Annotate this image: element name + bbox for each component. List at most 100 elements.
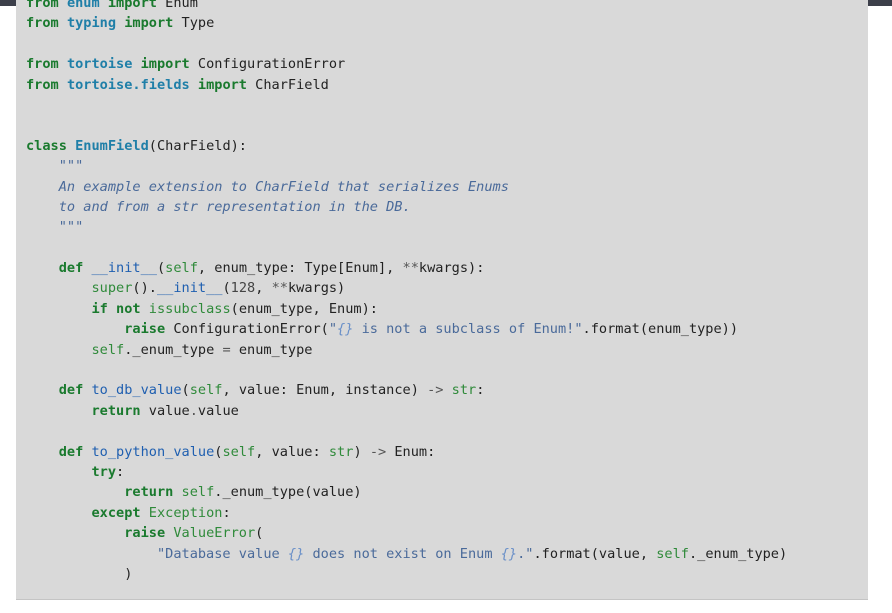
code-line: from tortoise import ConfigurationError: [26, 54, 787, 74]
code-token: EnumField: [75, 137, 149, 154]
code-line: def to_db_value(self, value: Enum, insta…: [26, 380, 787, 400]
code-line: raise ConfigurationError("{} is not a su…: [26, 319, 787, 339]
code-token: 128: [230, 280, 256, 297]
code-token: (: [222, 280, 231, 297]
code-line: to and from a str representation in the …: [26, 197, 787, 217]
code-token: (: [255, 525, 264, 542]
code-token: ": [328, 321, 338, 338]
code-token: return: [91, 402, 141, 419]
code-token: ConfigurationError: [189, 56, 346, 73]
code-token: not: [116, 300, 141, 317]
code-token: tortoise: [66, 56, 133, 73]
code-token: self: [91, 341, 125, 358]
code-line: An example extension to CharField that s…: [26, 177, 787, 197]
code-token: except: [91, 504, 141, 521]
code-token: ().: [132, 280, 157, 297]
code-token: self: [165, 260, 198, 277]
code-token: , enum_type: Type[Enum],: [197, 260, 403, 277]
code-token: , value: Enum, instance): [222, 382, 428, 399]
code-token: def: [58, 443, 84, 460]
code-token: =: [222, 341, 231, 358]
code-token: if: [91, 300, 108, 317]
code-token: raise: [124, 525, 166, 542]
code-block: from enum import Enum from typing import …: [16, 0, 868, 600]
code-line: def __init__(self, enum_type: Type[Enum]…: [26, 258, 787, 278]
code-token: :: [476, 382, 485, 399]
code-token: Type: [173, 15, 215, 32]
code-token: .: [189, 402, 198, 419]
code-token: ->: [427, 382, 444, 399]
code-token: {}: [337, 321, 354, 338]
python-source-code: from enum import Enum from typing import …: [26, 0, 787, 584]
code-token: ._enum_type: [124, 341, 223, 358]
code-line: if not issubclass(enum_type, Enum):: [26, 299, 787, 319]
code-token: ._enum_type(value): [214, 484, 362, 501]
code-token: (CharField):: [148, 137, 247, 154]
code-token: __init__: [156, 280, 223, 297]
code-token: **: [271, 280, 288, 297]
code-token: raise: [124, 321, 166, 338]
code-token: from: [26, 0, 59, 11]
code-token: kwargs): [287, 280, 346, 297]
code-line: from enum import Enum: [26, 0, 787, 13]
code-token: ValueError: [173, 525, 256, 542]
code-token: def: [58, 382, 84, 399]
code-token: from: [26, 15, 59, 32]
code-token: self: [222, 443, 256, 460]
code-token: ,: [255, 280, 272, 297]
code-token: {}: [287, 545, 305, 562]
code-line: except Exception:: [26, 503, 787, 523]
code-line: class EnumField(CharField):: [26, 136, 787, 156]
code-line: """: [26, 156, 787, 176]
code-token: (: [156, 260, 166, 277]
code-token: ->: [369, 443, 387, 460]
code-token: """: [58, 219, 84, 236]
code-token: self: [181, 484, 215, 501]
code-token: .format(value,: [533, 545, 657, 562]
code-token: self: [656, 545, 689, 562]
code-token: enum_type: [230, 341, 313, 358]
code-token: Enum: [156, 0, 198, 11]
code-line: return value.value: [26, 401, 787, 421]
code-token: def: [58, 260, 84, 277]
code-token: import: [140, 56, 190, 73]
code-line: return self._enum_type(value): [26, 482, 787, 502]
code-token: An example extension to CharField that s…: [58, 178, 509, 195]
code-token: Exception: [148, 504, 223, 521]
code-token: enum: [66, 0, 100, 11]
code-token: Enum:: [386, 443, 436, 460]
code-token: try: [91, 463, 117, 480]
code-token: super: [91, 280, 133, 297]
code-token: import: [107, 0, 157, 11]
code-line: def to_python_value(self, value: str) ->…: [26, 442, 787, 462]
code-token: to_python_value: [91, 443, 215, 460]
code-token: issubclass: [148, 300, 231, 317]
code-token: .format(enum_type)): [582, 321, 739, 338]
code-line: from tortoise.fields import CharField: [26, 75, 787, 95]
code-token: kwargs):: [418, 260, 485, 277]
code-token: import: [124, 15, 174, 32]
code-token: to_db_value: [91, 382, 182, 399]
code-token: **: [402, 260, 419, 277]
